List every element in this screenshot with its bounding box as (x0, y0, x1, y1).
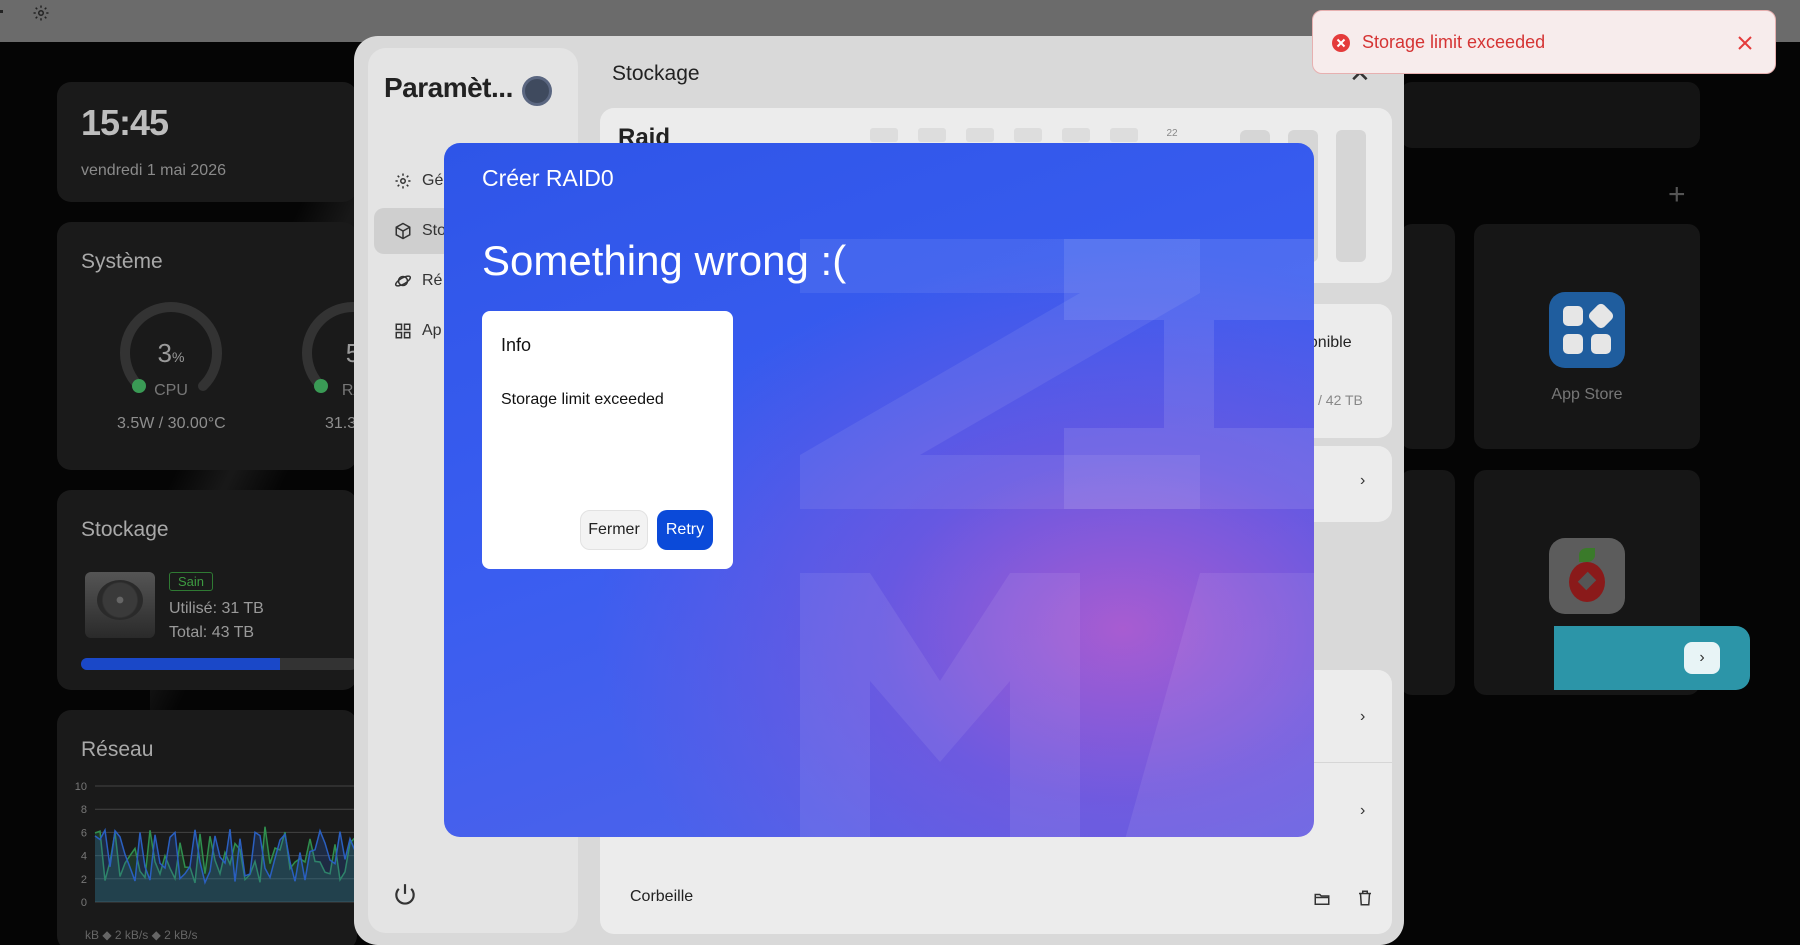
trash-label: Corbeille (630, 888, 694, 905)
ram-value: 5 (345, 338, 357, 368)
watermark-shape (1124, 573, 1314, 837)
app-tile[interactable] (1400, 224, 1455, 449)
storage-total: Total: 43 TB (169, 624, 255, 641)
info-message: Storage limit exceeded (501, 391, 664, 408)
trash-row[interactable]: Corbeille (600, 866, 1392, 934)
disk-slot (1014, 128, 1042, 142)
grid-icon (395, 323, 411, 339)
toast-message: Storage limit exceeded (1362, 32, 1546, 52)
network-widget: Réseau 10 8 6 4 2 0 kB ◆ 2 kB/s ◆ 2 kB/s (57, 710, 357, 945)
sidebar-item-label: Sto (422, 222, 447, 239)
gear-icon[interactable] (32, 4, 50, 22)
disk-slot (1110, 128, 1138, 142)
error-icon (1332, 34, 1350, 52)
settings-title: Paramèt... (384, 72, 513, 103)
add-widget-button[interactable]: + (1668, 178, 1686, 212)
y-tick-label: 6 (81, 827, 87, 839)
storage-widget: Stockage Sain Utilisé: 31 TB Total: 43 T… (57, 490, 357, 690)
storage-bar (81, 658, 357, 670)
error-toast: Storage limit exceeded (1312, 10, 1776, 74)
clock-time: 15:45 (81, 102, 169, 143)
hard-disk-icon (85, 572, 155, 638)
clock-widget: 15:45 vendredi 1 mai 2026 (57, 82, 357, 202)
app-label: App Store (1551, 386, 1623, 403)
folder-icon[interactable] (1312, 890, 1332, 908)
watermark-shape (800, 573, 1080, 837)
ram-gauge: 5 RA (295, 298, 357, 414)
disk-slot (1062, 128, 1090, 142)
app-store-icon (1549, 292, 1625, 368)
disk-slot-label: 22 (1166, 128, 1178, 139)
chevron-right-icon[interactable]: › (1360, 802, 1365, 820)
error-headline: Something wrong :( (482, 237, 847, 284)
sidebar-item-label: Ap (422, 322, 442, 339)
sidebar-item-label: Ré (422, 272, 443, 289)
app-tile-app-store[interactable]: App Store (1474, 224, 1700, 449)
box-icon (395, 222, 411, 240)
cpu-gauge: 3% CPU (113, 298, 229, 414)
disk-slot (870, 128, 898, 142)
disk-bay (1336, 130, 1366, 262)
app-store-icon-diamond (1586, 301, 1616, 331)
disk-slot (918, 128, 946, 142)
storage-title: Stockage (81, 518, 169, 541)
info-card: Info Storage limit exceeded Fermer Retry (482, 311, 733, 569)
status-badge: Sain (169, 572, 214, 591)
watermark-shape (1064, 239, 1314, 509)
gear-icon (395, 173, 411, 189)
close-button[interactable]: Fermer (580, 510, 648, 550)
storage-bar-fill (81, 658, 280, 670)
network-chart: 10 8 6 4 2 0 (75, 781, 357, 909)
app-tile[interactable] (1400, 470, 1455, 695)
chevron-right-icon: › (1360, 472, 1366, 489)
disk-slot (966, 128, 994, 142)
cpu-sub: 3.5W / 30.00°C (117, 415, 226, 432)
app-store-icon-square (1591, 334, 1611, 354)
pi-hole-icon (1549, 538, 1625, 614)
pi-hole-berry (1569, 562, 1605, 602)
section-title: Stockage (612, 62, 700, 85)
y-tick-label: 8 (81, 804, 87, 816)
clock-date: vendredi 1 mai 2026 (81, 162, 226, 179)
cpu-label: CPU (154, 382, 188, 399)
cpu-value: 3% (157, 338, 185, 368)
right-widget-bar (1400, 82, 1700, 148)
network-legend: kB ◆ 2 kB/s ◆ 2 kB/s (85, 928, 198, 942)
avatar[interactable] (522, 76, 552, 106)
pi-hole-leaf (1579, 548, 1595, 562)
storage-used: Utilisé: 31 TB (169, 600, 264, 617)
modal-title: Créer RAID0 (482, 165, 614, 191)
y-tick-label: 4 (81, 851, 87, 863)
ram-sub: 31.3 (325, 415, 357, 432)
highlight-row[interactable]: › (1554, 626, 1750, 690)
menu-dot (0, 10, 3, 13)
y-tick-label: 10 (75, 781, 87, 793)
app-store-icon-square (1563, 306, 1583, 326)
create-raid-modal: Créer RAID0 Something wrong :( Info Stor… (444, 143, 1314, 837)
close-icon[interactable] (1735, 33, 1755, 53)
retry-button[interactable]: Retry (657, 510, 713, 550)
sidebar-item-label: Gé (422, 172, 444, 189)
planet-icon (394, 275, 412, 287)
ram-label: RA (341, 382, 357, 399)
system-widget: Système 3% CPU 3.5W / 30.00°C 5 RA 31.3 (57, 222, 357, 470)
power-icon[interactable] (392, 882, 418, 908)
info-title: Info (501, 335, 532, 355)
y-tick-label: 2 (81, 874, 87, 886)
chevron-right-icon[interactable]: › (1684, 642, 1720, 674)
y-tick-label: 0 (81, 897, 87, 909)
available-capacity: / 42 TB (1318, 392, 1363, 408)
network-title: Réseau (81, 738, 154, 761)
app-store-icon-square (1563, 334, 1583, 354)
chevron-right-icon[interactable]: › (1360, 708, 1365, 726)
system-title: Système (81, 250, 163, 273)
trash-icon[interactable] (1356, 888, 1374, 908)
